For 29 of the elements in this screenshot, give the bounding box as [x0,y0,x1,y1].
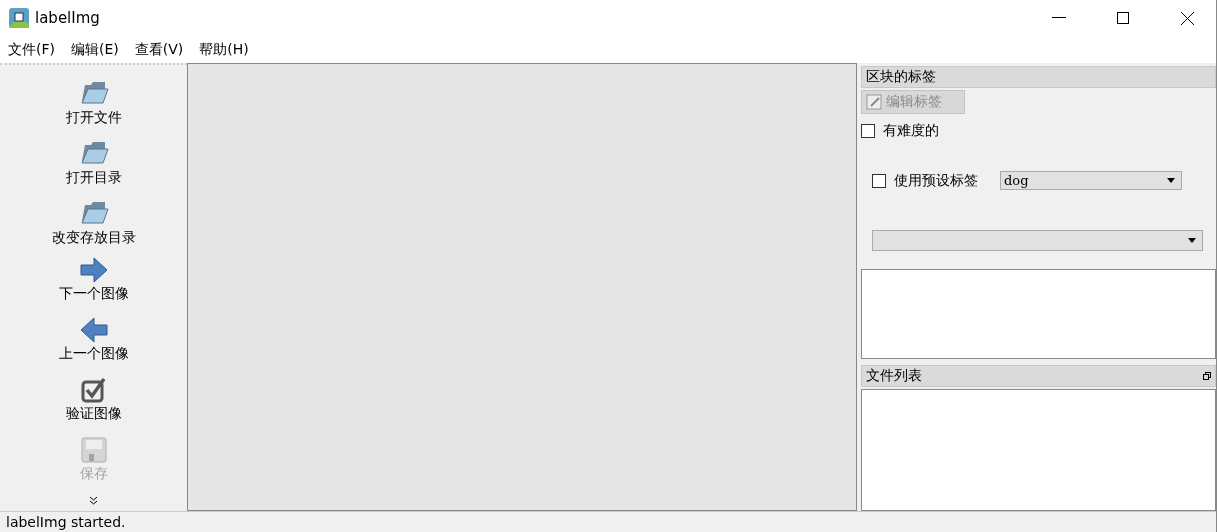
left-arrow-icon [79,317,108,343]
dock-title: 文件列表 [861,365,1216,387]
maximize-icon [1117,12,1129,24]
status-bar: labelImg started. [0,511,1216,532]
restore-icon[interactable] [1203,372,1211,380]
difficult-checkbox[interactable]: 有难度的 [861,122,1216,140]
label-dropdown[interactable]: dog [1000,171,1182,190]
right-arrow-icon [79,257,108,283]
toolbar-button[interactable]: 改变存放目录 [51,197,136,254]
minimize-icon [1052,17,1066,19]
caret-icon [1188,238,1196,243]
toolbar-button[interactable]: 上一个图像 [58,317,129,374]
expand-chevron-icon[interactable] [90,497,97,505]
toolbar-button[interactable]: 验证图像 [65,377,122,434]
menu-item[interactable]: 文件(F) [8,40,55,59]
dock-title: 区块的标签 [861,66,1216,88]
menu-item[interactable]: 查看(V) [134,40,184,59]
toolbar-button[interactable]: 下一个图像 [58,257,129,314]
default-label-checkbox[interactable]: 使用预设标签 [872,171,978,190]
checkbox-icon [80,377,107,403]
toolbar-button[interactable]: 打开目录 [65,137,122,194]
menu-item[interactable]: 编辑(E) [71,40,119,59]
window-title: labelImg [35,9,101,27]
menu-item[interactable]: 帮助(H) [199,40,249,59]
close-icon [1180,11,1194,25]
note-pencil-icon [866,94,882,110]
toolbar-button[interactable]: 打开文件 [65,77,122,134]
caret-icon [1167,178,1175,183]
app-icon [9,8,29,28]
